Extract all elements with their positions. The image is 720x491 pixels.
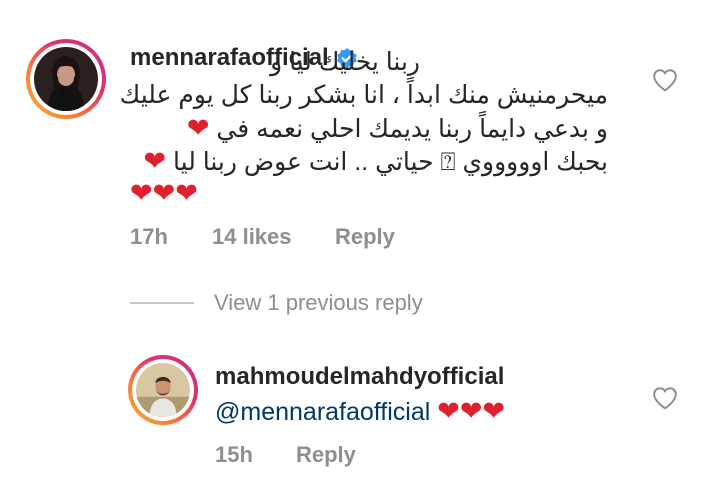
view-previous-replies-label[interactable]: View 1 previous reply [214,290,423,316]
avatar-mahmoud [136,363,190,417]
divider-line [130,302,194,304]
view-previous-replies[interactable]: View 1 previous reply [130,290,423,316]
comment-time: 17h [130,224,168,249]
mention-link[interactable]: @mennarafaofficial [215,398,430,426]
avatar-ring-mahmoud[interactable] [128,355,198,425]
comment-text-line-2: ميحرمنيش منك ابداً ، انا بشكر ربنا كل يو… [119,81,608,109]
avatar-ring-menna[interactable] [26,39,106,119]
heart-emoji: ❤ [186,113,210,143]
reply-text: @mennarafaofficial ❤❤❤ [215,396,505,427]
heart-emoji: ❤ [143,146,167,176]
comment-text-line-1: ربنا يخليك ليا و [270,48,420,76]
reply-button[interactable]: Reply [335,224,395,250]
hearts-emoji: ❤❤❤ [437,396,506,426]
comment-meta: 17h [130,224,168,250]
comment-text-line-4: بحبك اوووووي ⍰ حياتي .. انت عوض ربنا ليا [173,148,608,176]
avatar-menna [34,47,98,111]
heart-emoji: ❤ [130,178,153,208]
comment-hearts-line: ❤❤❤ [130,178,198,209]
heart-outline-icon[interactable] [652,68,678,92]
reply-time: 15h [215,442,253,467]
reply-reply-button[interactable]: Reply [296,442,356,468]
heart-emoji: ❤ [175,178,198,208]
comment-text-line-4-container: بحبك اوووووي ⍰ حياتي .. انت عوض ربنا ليا… [143,146,608,177]
heart-outline-icon[interactable] [652,386,678,410]
comment-text-line-3: و بدعي دايماً ربنا يديمك احلي نعمه في [216,115,608,143]
heart-emoji: ❤ [152,178,176,208]
comment-likes[interactable]: 14 likes [212,224,292,250]
reply-username[interactable]: mahmoudelmahdyofficial [215,363,504,391]
comment-text-line-3-container: و بدعي دايماً ربنا يديمك احلي نعمه في ❤ [187,113,608,144]
